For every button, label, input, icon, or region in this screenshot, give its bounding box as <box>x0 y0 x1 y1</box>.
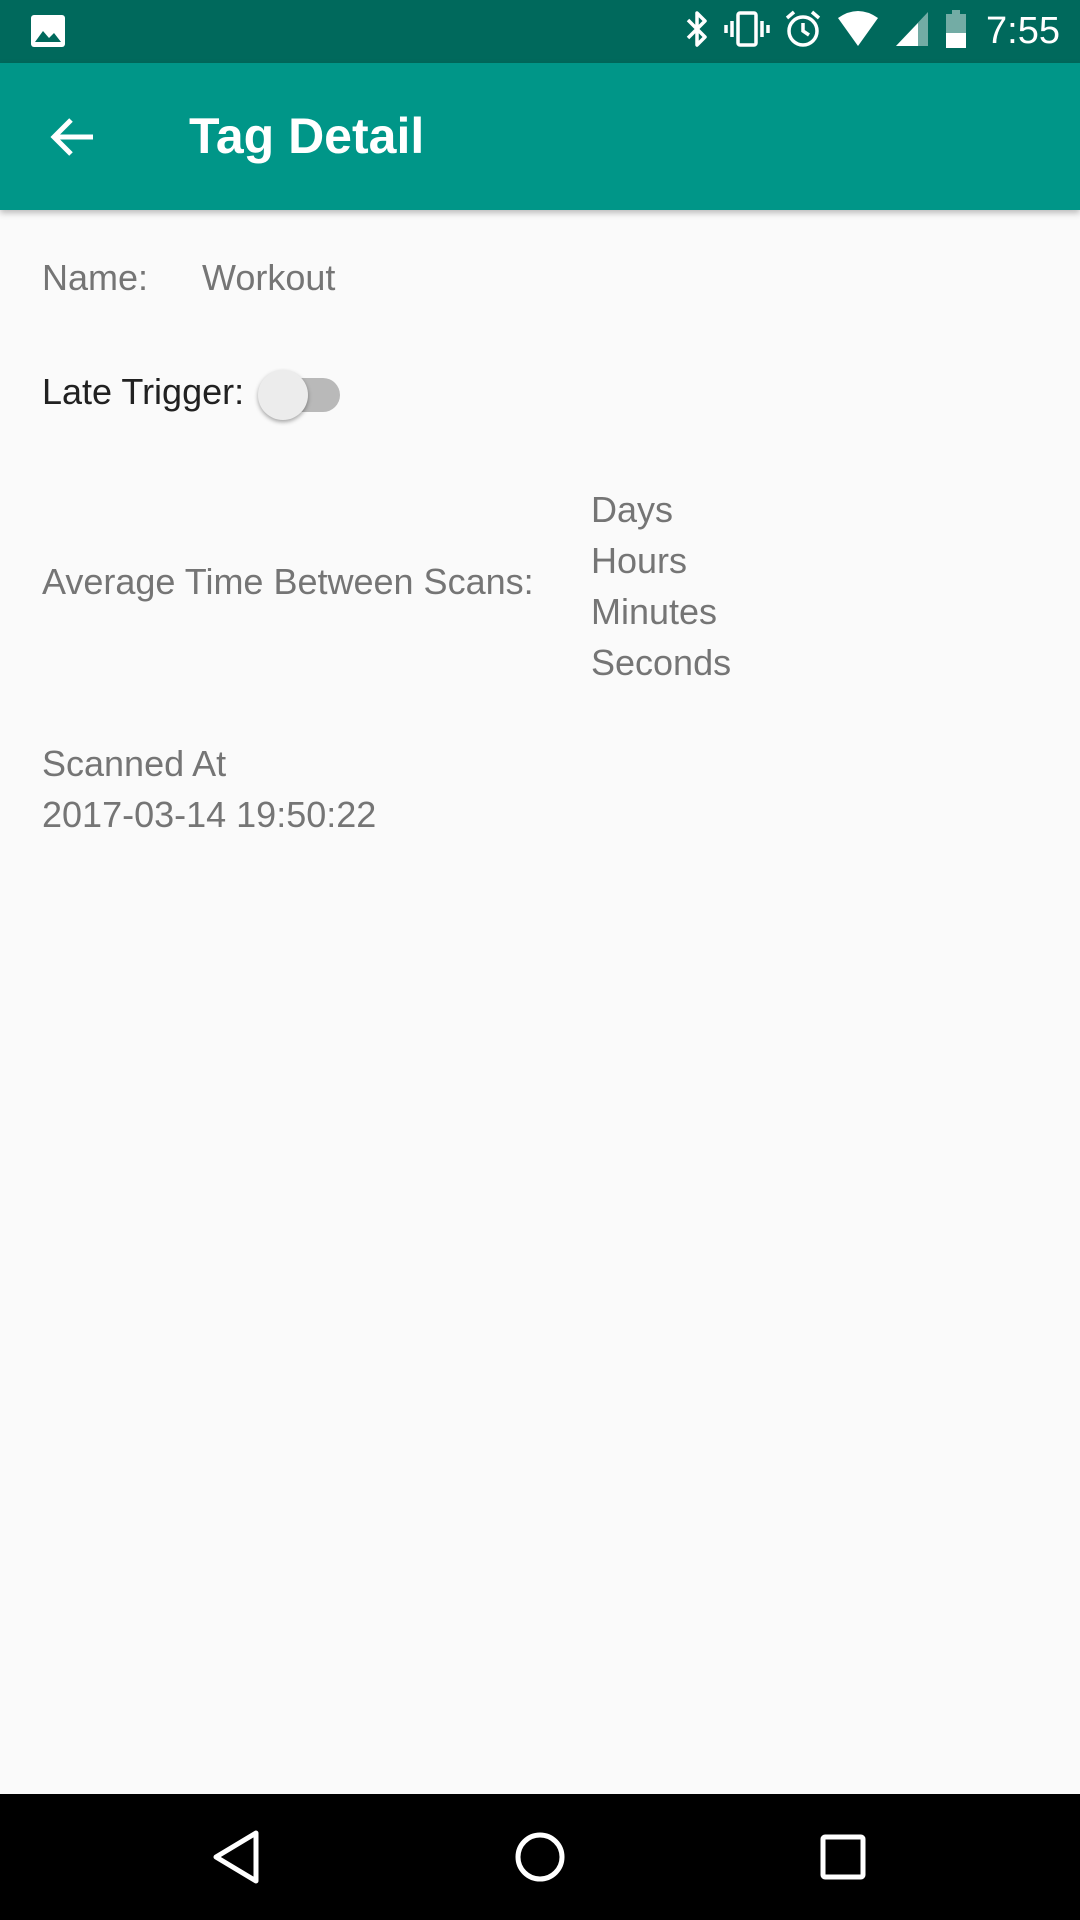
nav-recents-icon <box>820 1834 866 1880</box>
unit-days: Days <box>591 489 674 530</box>
nav-home-button[interactable] <box>500 1817 580 1897</box>
unit-minutes: Minutes <box>591 591 718 632</box>
average-time-units: Days Hours Minutes Seconds <box>591 484 731 688</box>
bluetooth-icon <box>684 9 710 54</box>
nav-recents-button[interactable] <box>803 1817 883 1897</box>
page-title: Tag Detail <box>189 108 425 164</box>
alarm-icon <box>784 9 822 54</box>
scanned-at-label: Scanned At <box>42 743 227 784</box>
switch-thumb <box>258 370 308 420</box>
status-bar: 7:55 <box>0 0 1080 63</box>
vibrate-icon <box>724 9 770 54</box>
status-icons: 7:55 <box>684 0 1060 63</box>
arrow-back-icon <box>50 118 93 156</box>
battery-icon <box>944 9 968 54</box>
wifi-icon <box>836 10 880 53</box>
scanned-at-value: 2017-03-14 19:50:22 <box>42 794 377 835</box>
unit-seconds: Seconds <box>591 642 732 683</box>
late-trigger-label: Late Trigger: <box>42 371 245 412</box>
image-icon <box>30 14 66 48</box>
nav-bar <box>0 1794 1080 1920</box>
screen: 7:55 Tag Detail Name: Workout Late Trigg… <box>0 0 1080 1920</box>
late-trigger-switch[interactable] <box>258 362 342 422</box>
back-button[interactable] <box>34 99 110 175</box>
nav-back-icon <box>213 1830 259 1884</box>
name-value: Workout <box>202 257 336 298</box>
scanned-at: Scanned At 2017-03-14 19:50:22 <box>42 738 376 840</box>
app-bar: Tag Detail <box>0 63 1080 210</box>
status-time: 7:55 <box>986 10 1060 52</box>
unit-hours: Hours <box>591 540 688 581</box>
signal-icon <box>894 10 930 53</box>
name-label: Name: <box>42 257 149 298</box>
nav-home-icon <box>515 1832 565 1882</box>
average-time-label: Average Time Between Scans: <box>42 561 534 602</box>
nav-back-button[interactable] <box>196 1817 276 1897</box>
